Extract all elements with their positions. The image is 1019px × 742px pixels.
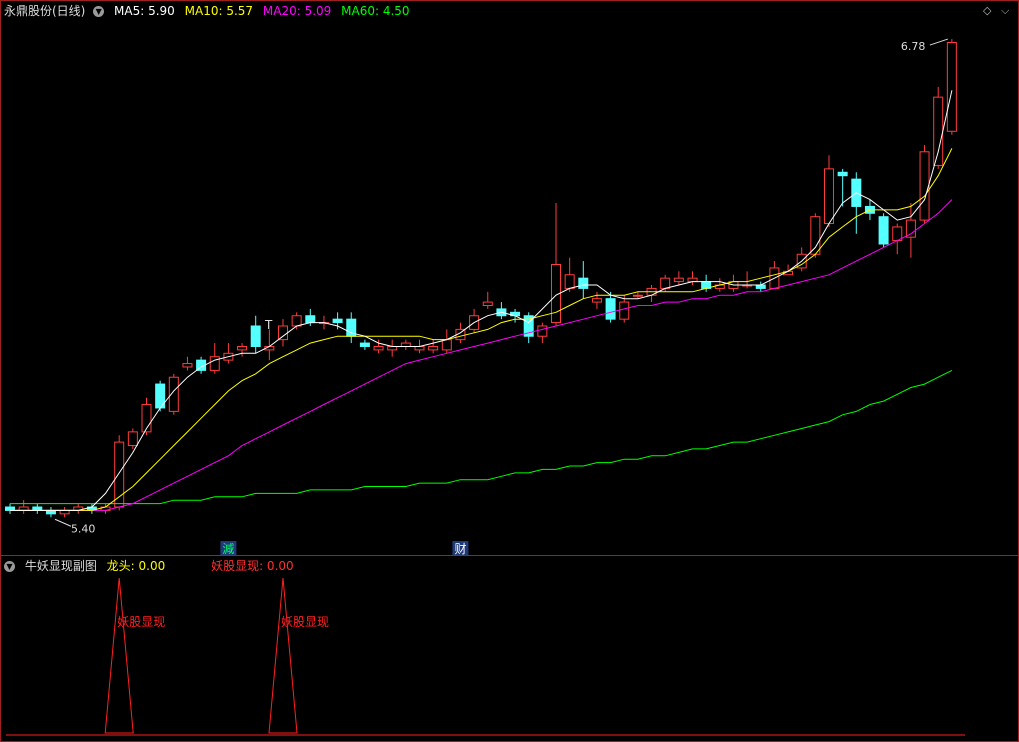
candle-body	[359, 342, 370, 347]
candle-body	[578, 277, 589, 289]
candle-body	[127, 431, 138, 447]
low-marker-pointer	[54, 518, 72, 527]
candle-body	[305, 315, 316, 324]
signal-triangle	[104, 577, 134, 734]
candle-body	[441, 339, 452, 351]
candle-body	[237, 345, 248, 351]
bottom-tag: 減	[222, 541, 234, 556]
candle-body	[537, 325, 548, 337]
annotation-mark: T	[264, 318, 273, 332]
ma10-line	[10, 148, 953, 511]
candle-body	[428, 345, 439, 351]
candle-body	[605, 298, 616, 320]
high-marker-pointer	[929, 38, 949, 46]
ma60-line	[10, 369, 953, 505]
candle-body	[332, 318, 343, 324]
signal-label: 妖股显现	[281, 615, 329, 629]
candle-body	[591, 298, 602, 303]
candle-body	[878, 216, 889, 245]
bottom-tag: 财	[454, 542, 466, 556]
candle-body	[619, 301, 630, 320]
candle-body	[400, 342, 411, 347]
high-price-label: 6.78	[901, 40, 926, 53]
candle-body	[564, 274, 575, 289]
candle-body	[373, 345, 384, 351]
candle-body	[687, 277, 698, 283]
candle-body	[45, 509, 56, 515]
candle-body	[278, 325, 288, 341]
candle-body	[673, 277, 684, 283]
candle-body	[755, 284, 766, 289]
candle-body	[482, 301, 493, 306]
candle-body	[632, 294, 643, 297]
candle-body	[182, 363, 193, 368]
candle-body	[933, 96, 944, 166]
candle-body	[905, 219, 916, 238]
candle-body	[946, 41, 957, 132]
kline-chart: 6.78 5.40 T 減 财妖股显现 妖股显现	[5, 38, 965, 736]
candle-body	[824, 168, 834, 225]
low-price-label: 5.40	[71, 522, 96, 535]
candle-body	[291, 315, 302, 327]
ma5-line	[10, 90, 953, 511]
candle-body	[919, 151, 930, 221]
candle-body	[250, 325, 261, 347]
candle-body	[209, 356, 220, 371]
signal-triangle	[268, 577, 298, 734]
candle-body	[837, 171, 848, 177]
candle-body	[660, 277, 671, 289]
candle-body	[59, 509, 70, 515]
signal-label: 妖股显现	[117, 615, 165, 629]
candle-body	[810, 216, 821, 255]
